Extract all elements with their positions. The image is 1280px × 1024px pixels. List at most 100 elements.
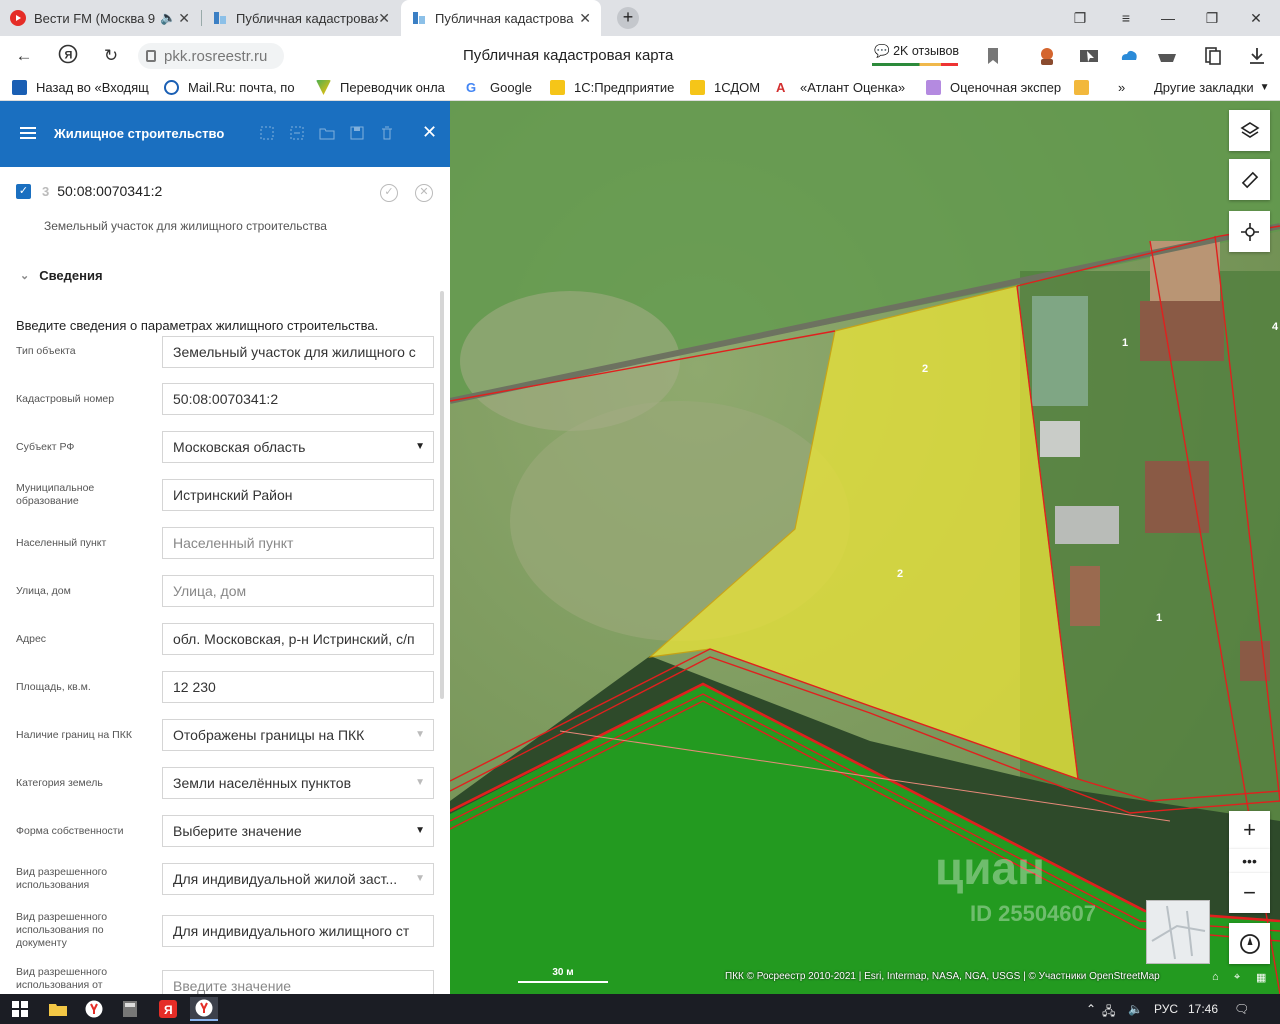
yandex-browser-active-icon[interactable]	[190, 997, 218, 1021]
pkk-favicon-icon	[214, 12, 226, 24]
svg-text:Я: Я	[164, 1003, 173, 1017]
layers-button[interactable]	[1229, 110, 1270, 151]
yandex-browser-icon[interactable]	[80, 997, 108, 1021]
url-field[interactable]: pkk.rosreestr.ru	[138, 43, 284, 69]
reviews-button[interactable]: 💬 2K отзывов	[870, 42, 960, 68]
extension-avatar-icon[interactable]	[1036, 45, 1058, 67]
zoom-out-button[interactable]: −	[1229, 873, 1270, 913]
restore-button[interactable]: ❐	[1190, 0, 1234, 36]
bookmark-item[interactable]: Mail.Ru: почта, по	[164, 80, 300, 95]
confirm-icon[interactable]: ✓	[380, 184, 398, 202]
yandex-icon[interactable]: Я	[154, 997, 182, 1021]
yandex-icon[interactable]: Я	[56, 44, 80, 68]
copy-extension-icon[interactable]	[1202, 45, 1224, 67]
locate-button[interactable]	[1229, 211, 1270, 252]
land-category-select[interactable]: Земли населённых пунктов ▼	[162, 767, 434, 799]
bookmark-item[interactable]: Переводчик онла	[316, 80, 452, 95]
folder-icon[interactable]	[319, 125, 335, 141]
hamburger-menu-icon[interactable]	[20, 127, 36, 139]
1c-icon	[690, 80, 705, 95]
bookmark-item[interactable]	[1074, 80, 1108, 95]
menu-icon[interactable]: ≡	[1104, 0, 1148, 36]
settlement-field[interactable]: Населенный пункт	[162, 527, 434, 559]
object-checkbox[interactable]: ✓	[16, 183, 31, 199]
minimize-button[interactable]: —	[1146, 0, 1190, 36]
address-field[interactable]: обл. Московская, р-н Истринский, с/п	[162, 623, 434, 655]
cursor-extension-icon[interactable]	[1078, 45, 1100, 67]
object-type-field[interactable]: Земельный участок для жилищного с	[162, 336, 434, 368]
bookmark-item[interactable]: 1СДОМ	[690, 80, 766, 95]
home-icon[interactable]: ⌂	[1212, 971, 1219, 983]
panel-scrollbar[interactable]	[440, 291, 444, 699]
bookmark-item[interactable]: 1С:Предприятие	[550, 80, 676, 95]
permitted-use-document-field[interactable]: Для индивидуального жилищного ст	[162, 915, 434, 947]
tab-pkk-1[interactable]: Публичная кадастровая к ✕	[202, 0, 400, 36]
file-explorer-icon[interactable]	[44, 997, 72, 1021]
reload-button[interactable]: ↻	[99, 44, 123, 68]
area-field[interactable]: 12 230	[162, 671, 434, 703]
grid-icon[interactable]: ▦	[1256, 971, 1266, 984]
collections-icon[interactable]: ❐	[1058, 0, 1102, 36]
close-window-button[interactable]: ✕	[1234, 0, 1278, 36]
locate-small-icon[interactable]: ⌖	[1234, 971, 1240, 984]
permitted-use-select[interactable]: Для индивидуальной жилой заст... ▼	[162, 863, 434, 895]
tab-close-icon[interactable]: ✕	[178, 10, 190, 27]
field-label: Муниципальное образование	[16, 482, 95, 507]
bookmark-item[interactable]: G Google	[466, 80, 546, 95]
tab-close-icon[interactable]: ✕	[378, 10, 390, 27]
permitted-use-from-field[interactable]: Введите значение	[162, 970, 434, 994]
more-bookmarks-icon[interactable]: »	[1118, 80, 1125, 95]
windows-start-icon[interactable]	[6, 997, 34, 1021]
new-tab-button[interactable]: +	[617, 7, 639, 29]
section-toggle[interactable]: ⌄ Сведения	[20, 268, 103, 283]
lock-icon	[146, 50, 156, 62]
trash-icon[interactable]	[379, 125, 395, 141]
municipality-field[interactable]: Истринский Район	[162, 479, 434, 511]
volume-icon[interactable]: 🔈	[1128, 1002, 1143, 1016]
speaker-icon[interactable]: 🔈	[160, 10, 176, 26]
zoom-in-button[interactable]: +	[1229, 811, 1270, 849]
remove-icon[interactable]: ✕	[415, 184, 433, 202]
1c-icon	[550, 80, 565, 95]
tab-label: Публичная кадастрова	[435, 10, 574, 26]
ownership-select[interactable]: Выберите значение ▼	[162, 815, 434, 847]
download-icon[interactable]	[1246, 45, 1268, 67]
measure-button[interactable]	[1229, 159, 1270, 200]
region-select-value: Московская область	[173, 439, 306, 455]
bookmark-item[interactable]: Назад во «Входящ	[12, 80, 152, 95]
select-area-icon[interactable]	[259, 125, 275, 141]
parcel-label: 1	[1156, 612, 1163, 624]
tab-pkk-active[interactable]: Публичная кадастрова ✕	[401, 0, 601, 36]
map-canvas[interactable]: 2 2 1 1 4 циан ID 25504607 + ••• − 30 м …	[450, 101, 1280, 994]
network-icon[interactable]: 🖧	[1102, 1002, 1115, 1023]
language-indicator[interactable]: РУС	[1154, 1002, 1178, 1016]
boundaries-select[interactable]: Отображены границы на ПКК ▼	[162, 719, 434, 751]
save-icon[interactable]	[349, 125, 365, 141]
other-bookmarks[interactable]: Другие закладки ▼	[1154, 80, 1270, 95]
tab-close-icon[interactable]: ✕	[579, 10, 591, 27]
region-select[interactable]: Московская область ▼	[162, 431, 434, 463]
minimap[interactable]	[1146, 900, 1210, 964]
tab-vesti-fm[interactable]: Вести FM (Москва 9 🔈 ✕	[0, 0, 200, 36]
notifications-icon[interactable]: 🗨	[1234, 1002, 1249, 1016]
ruler-icon	[1241, 171, 1258, 188]
more-icon[interactable]: •••	[1229, 849, 1270, 873]
tray-extension-icon[interactable]	[1156, 45, 1178, 67]
compass-button[interactable]	[1229, 923, 1270, 964]
bookmark-item[interactable]: Оценочная экспер	[926, 80, 1062, 95]
url-text: pkk.rosreestr.ru	[164, 47, 268, 65]
close-panel-icon[interactable]: ✕	[422, 122, 437, 143]
cadastral-number-field[interactable]: 50:08:0070341:2	[162, 383, 434, 415]
back-button[interactable]: ←	[12, 44, 36, 68]
chevron-up-icon[interactable]: ⌃	[1086, 1002, 1096, 1016]
bookmark-icon[interactable]	[982, 45, 1004, 67]
parcel-label: 4	[1272, 321, 1279, 333]
clock[interactable]: 17:46	[1188, 1002, 1218, 1016]
select-grid-icon[interactable]	[289, 125, 305, 141]
cloud-extension-icon[interactable]	[1118, 45, 1140, 67]
mail-icon	[12, 80, 27, 95]
tab-label: Публичная кадастровая к	[236, 10, 379, 26]
calculator-icon[interactable]	[116, 997, 144, 1021]
bookmark-item[interactable]: A «Атлант Оценка»	[776, 80, 912, 95]
street-field[interactable]: Улица, дом	[162, 575, 434, 607]
